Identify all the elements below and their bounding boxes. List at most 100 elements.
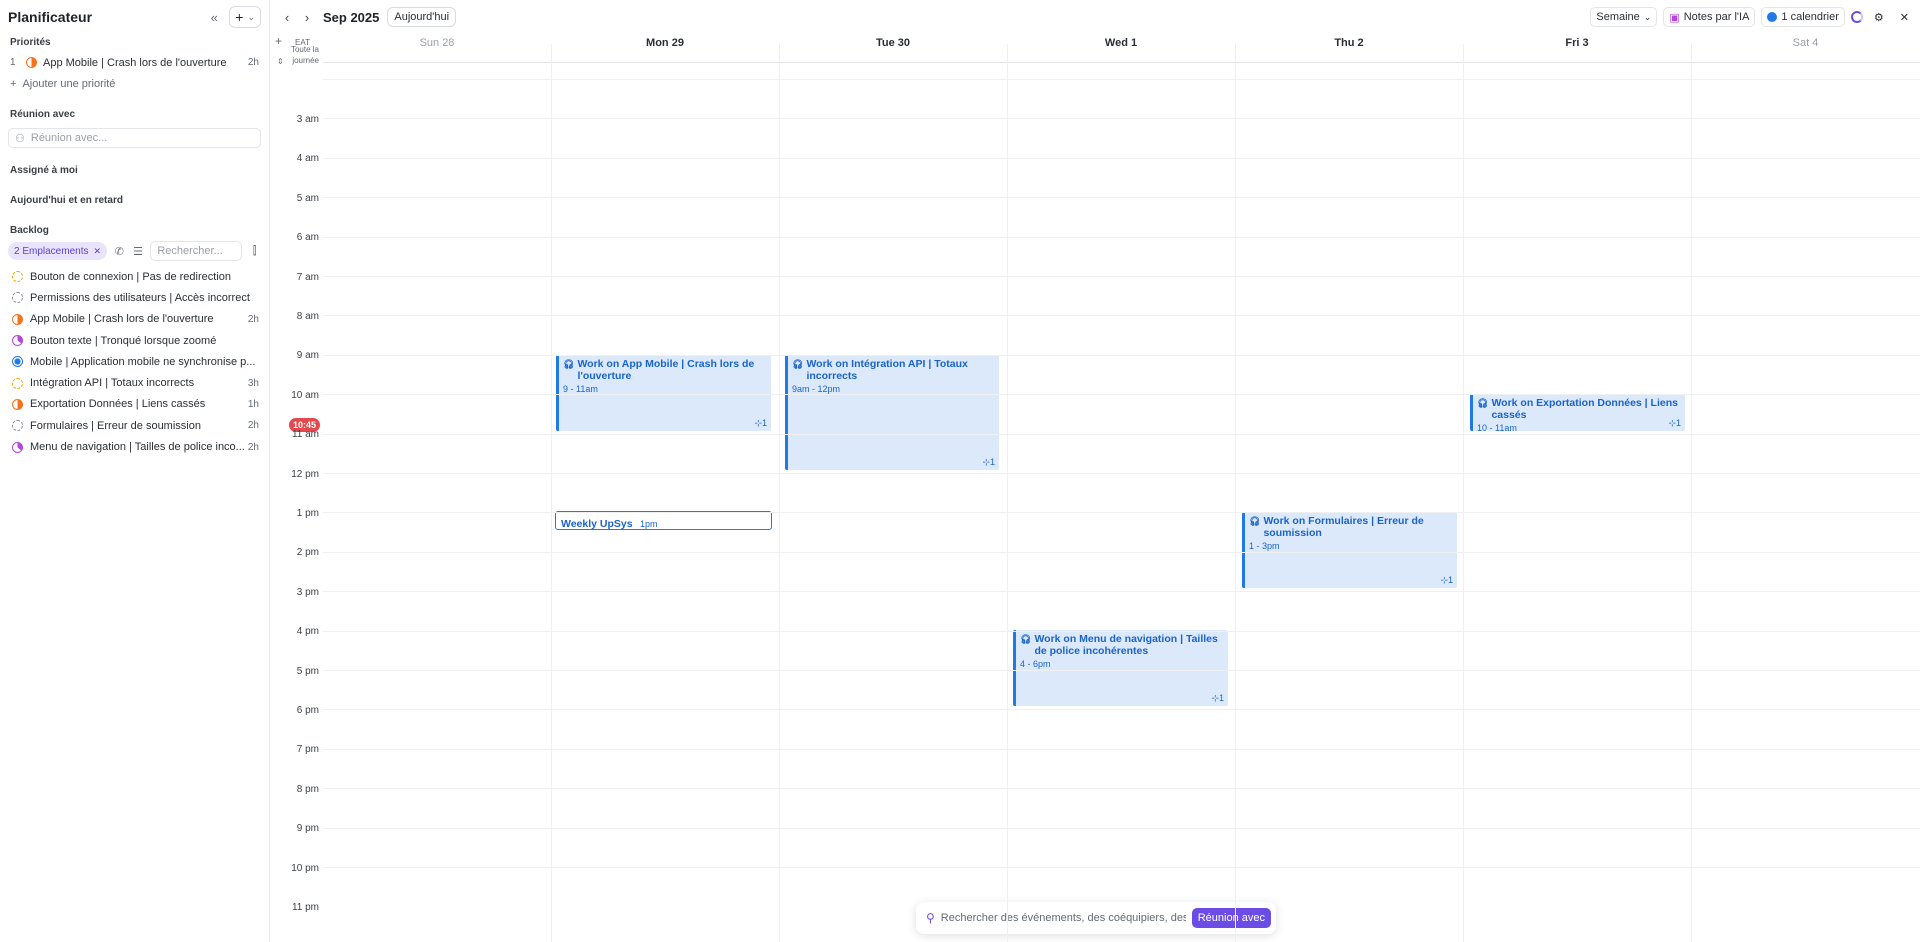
hour-gridline <box>323 237 1920 238</box>
planner-sidebar: Planificateur « + ⌄ Priorités 1 App Mobi… <box>0 0 270 942</box>
day-header-tue[interactable]: Tue 30 <box>779 34 1007 52</box>
hour-label: 2 pm <box>296 547 319 558</box>
calendar-event[interactable]: 🎧︎ Work on Menu de navigation | Tailles d… <box>1013 630 1228 706</box>
filter-icon[interactable]: ☰ <box>132 241 145 261</box>
phone-icon[interactable]: ✆ <box>113 241 126 261</box>
close-icon[interactable]: ✕ <box>1895 7 1914 27</box>
hour-gridline <box>323 473 1920 474</box>
backlog-item[interactable]: Mobile | Application mobile ne synchroni… <box>0 351 269 372</box>
calendar-event[interactable]: 🎧︎ Work on App Mobile | Crash lors de l'o… <box>556 355 771 431</box>
meeting-with-heading: Réunion avec <box>10 109 76 120</box>
headphones-icon: 🎧︎ <box>563 359 575 369</box>
event-title: Work on Exportation Données | Liens cass… <box>1491 397 1678 421</box>
hour-label: 1 pm <box>296 508 319 519</box>
plus-icon: + <box>235 9 244 25</box>
close-icon[interactable]: ✕ <box>93 246 101 257</box>
status-todo-icon[interactable] <box>12 377 23 389</box>
hour-label: 5 am <box>296 193 319 204</box>
backlog-item-duration: 2h <box>247 420 259 432</box>
priorities-heading: Priorités <box>10 37 51 48</box>
hour-gridline <box>323 118 1920 119</box>
priority-number: 1 <box>10 57 16 68</box>
backlog-item-label: App Mobile | Crash lors de l'ouverture <box>30 313 214 326</box>
calendars-button[interactable]: 1 calendrier <box>1761 7 1845 27</box>
event-badge: ⊹1 <box>1440 575 1453 585</box>
view-selector[interactable]: Semaine ⌄ <box>1590 7 1658 27</box>
meeting-with-input[interactable] <box>30 132 254 144</box>
collapse-sidebar-icon[interactable]: « <box>203 6 225 28</box>
backlog-item[interactable]: Exportation Données | Liens cassés 1h <box>0 394 269 415</box>
add-priority-label: Ajouter une priorité <box>22 77 116 90</box>
calendar-toolbar: ‹ › Sep 2025 Aujourd'hui Semaine ⌄ ▣ Not… <box>271 0 1920 34</box>
hour-label: 6 pm <box>296 705 319 716</box>
backlog-item[interactable]: Formulaires | Erreur de soumission 2h <box>0 415 269 436</box>
hour-label: 11 am <box>291 429 319 440</box>
backlog-item[interactable]: Bouton texte | Tronqué lorsque zoomé <box>0 330 269 351</box>
backlog-item[interactable]: Menu de navigation | Tailles de police i… <box>0 436 269 457</box>
gear-icon[interactable]: ⚙ <box>1869 7 1889 27</box>
add-priority-button[interactable]: + Ajouter une priorité <box>0 73 269 94</box>
event-time: 10 - 11am <box>1477 423 1517 431</box>
hour-gridline <box>323 197 1920 198</box>
backlog-item[interactable]: Intégration API | Totaux incorrects 3h <box>0 372 269 393</box>
calendar-event[interactable]: 🎧︎ Work on Exportation Données | Liens ca… <box>1470 394 1685 431</box>
backlog-item-duration: 2h <box>247 441 259 453</box>
today-late-heading[interactable]: Aujourd'hui et en retard <box>0 192 269 210</box>
add-menu-button[interactable]: + ⌄ <box>229 6 261 28</box>
hour-label: 11 pm <box>291 902 319 913</box>
backlog-item[interactable]: Bouton de connexion | Pas de redirection <box>0 266 269 287</box>
toolbar-right: Semaine ⌄ ▣ Notes par l'IA 1 calendrier … <box>1590 0 1914 34</box>
all-day-divider <box>323 62 1920 63</box>
today-button[interactable]: Aujourd'hui <box>387 7 457 27</box>
chip-label: 2 Emplacements <box>14 245 89 257</box>
status-todo-icon[interactable] <box>12 271 23 283</box>
day-header-thu[interactable]: Thu 2 <box>1235 34 1463 52</box>
meeting-with-field[interactable]: ⚇ <box>8 128 261 148</box>
status-in-progress-icon[interactable] <box>12 313 23 325</box>
day-header-wed[interactable]: Wed 1 <box>1007 34 1235 52</box>
locations-filter-chip[interactable]: 2 Emplacements ✕ <box>8 242 108 260</box>
day-header-fri[interactable]: Fri 3 <box>1463 34 1691 52</box>
hour-gridline <box>323 749 1920 750</box>
hour-gridline <box>323 670 1920 671</box>
day-column-divider <box>1235 62 1236 942</box>
divider <box>1691 44 1692 62</box>
current-month: Sep 2025 <box>323 9 380 25</box>
backlog-item-duration: 2h <box>247 313 259 325</box>
day-header-sat[interactable]: Sat 4 <box>1691 34 1920 52</box>
event-title: Weekly UpSys <box>561 518 633 530</box>
backlog-search-input[interactable] <box>150 241 243 261</box>
status-review-icon[interactable] <box>12 441 23 453</box>
calendar-event[interactable]: 🎧︎ Work on Intégration API | Totaux incor… <box>785 355 999 470</box>
backlog-item-label: Permissions des utilisateurs | Accès inc… <box>30 291 250 304</box>
hour-gridline <box>323 434 1920 435</box>
calendar-event-meeting[interactable]: Weekly UpSys 1pm <box>555 511 772 530</box>
day-header-mon[interactable]: Mon 29 <box>551 34 779 52</box>
add-event-icon[interactable]: + <box>275 34 282 48</box>
calendar-event[interactable]: 🎧︎ Work on Formulaires | Erreur de soumis… <box>1242 512 1457 588</box>
status-in-progress-icon[interactable] <box>12 398 23 410</box>
headphones-icon: 🎧︎ <box>1020 634 1032 644</box>
status-review-icon[interactable] <box>12 335 23 347</box>
backlog-item[interactable]: Permissions des utilisateurs | Accès inc… <box>0 287 269 308</box>
divider <box>779 44 780 62</box>
assigned-heading[interactable]: Assigné à moi <box>0 162 269 180</box>
hour-gridline <box>323 158 1920 159</box>
status-in-progress-icon[interactable] <box>26 57 37 68</box>
meeting-with-button[interactable]: Réunion avec <box>1191 908 1271 928</box>
status-open-icon[interactable] <box>12 292 23 304</box>
hour-label: 8 pm <box>296 784 319 795</box>
columns-icon[interactable]: ⫿ <box>248 241 261 261</box>
expand-collapse-icon[interactable]: ⇕ <box>277 57 284 66</box>
event-search-input[interactable] <box>940 912 1186 924</box>
backlog-item[interactable]: App Mobile | Crash lors de l'ouverture 2… <box>0 309 269 330</box>
priority-item[interactable]: 1 App Mobile | Crash lors de l'ouverture… <box>0 52 269 73</box>
status-open-icon[interactable] <box>12 420 23 432</box>
backlog-item-duration: 1h <box>247 398 259 410</box>
next-week-icon[interactable]: › <box>297 7 317 27</box>
day-header-sun[interactable]: Sun 28 <box>323 34 551 52</box>
day-column-divider <box>779 62 780 942</box>
ai-notes-button[interactable]: ▣ Notes par l'IA <box>1663 7 1756 27</box>
status-active-icon[interactable] <box>12 356 23 368</box>
previous-week-icon[interactable]: ‹ <box>277 7 297 27</box>
